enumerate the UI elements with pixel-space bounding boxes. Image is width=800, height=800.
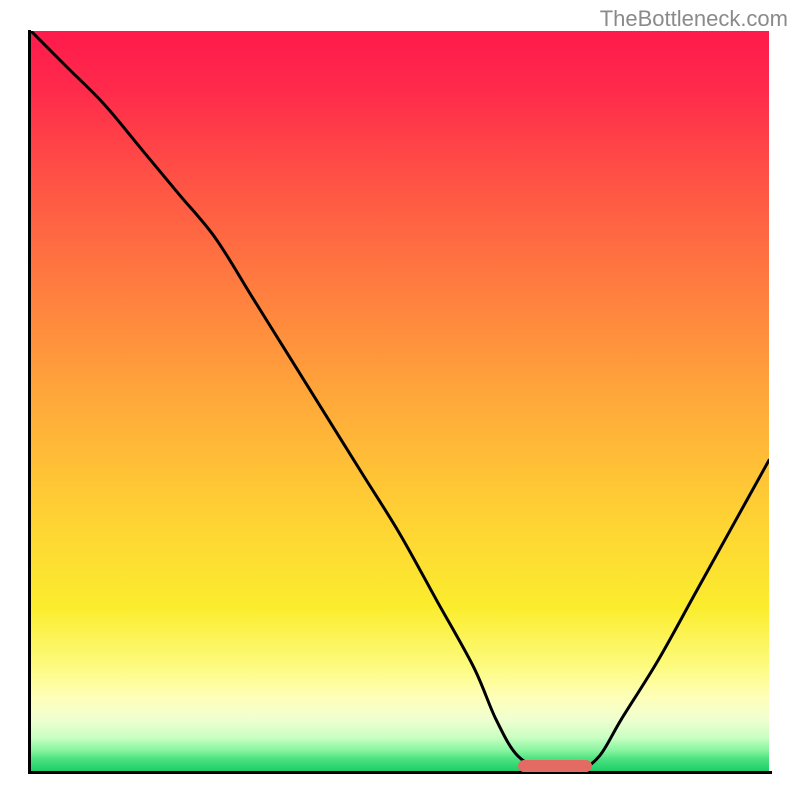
watermark: TheBottleneck.com [600, 6, 788, 32]
x-axis [28, 771, 772, 774]
optimal-marker [518, 760, 592, 772]
chart-curve [31, 31, 769, 771]
chart-container: TheBottleneck.com [0, 0, 800, 800]
